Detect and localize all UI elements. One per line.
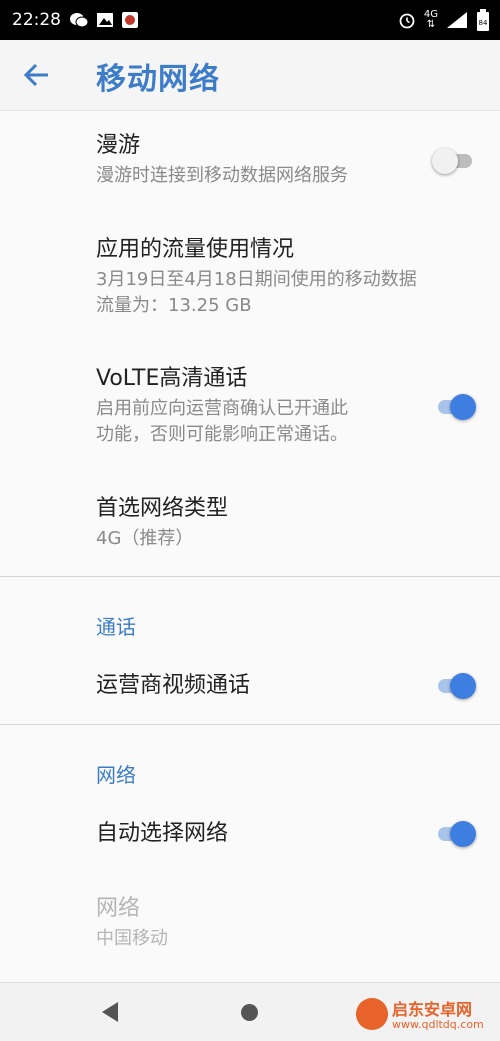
watermark-logo-icon <box>356 998 388 1030</box>
wechat-icon <box>70 13 89 28</box>
data-usage-title: 应用的流量使用情况 <box>96 237 295 262</box>
notification-icons <box>69 11 139 29</box>
svg-text:84: 84 <box>479 19 488 27</box>
battery-icon: 84 <box>477 9 489 31</box>
signal-icon <box>447 12 467 28</box>
section-header-network: 网络 <box>96 763 136 787</box>
arrow-back-icon <box>23 63 48 87</box>
section-divider <box>0 724 500 725</box>
nav-home-icon[interactable] <box>241 1004 258 1021</box>
back-button[interactable] <box>20 60 54 90</box>
section-header-calls: 通话 <box>96 615 136 639</box>
auto-select-network-toggle[interactable] <box>434 819 476 849</box>
section-divider <box>0 576 500 577</box>
network-operator-setting: 网络 中国移动 <box>96 894 500 952</box>
network-operator-title: 网络 <box>96 896 141 921</box>
network-operator-subtitle: 中国移动 <box>96 928 168 949</box>
video-call-toggle[interactable] <box>434 671 476 701</box>
app-icon <box>122 12 138 28</box>
status-time: 22:28 <box>12 10 61 30</box>
data-usage-subtitle-line2: 流量为：13.25 GB <box>96 295 252 316</box>
status-bar: 22:28 4G ⇅ 84 <box>0 0 500 40</box>
preferred-network-setting[interactable]: 首选网络类型 4G（推荐） <box>96 494 500 552</box>
volte-toggle[interactable] <box>434 392 476 422</box>
system-icons: 4G ⇅ 84 <box>398 0 490 40</box>
nav-back-icon[interactable] <box>100 1001 120 1023</box>
toggle-thumb <box>432 148 458 174</box>
watermark: 启东安卓网 www.qdltdq.com <box>356 996 496 1036</box>
app-bar: 移动网络 <box>0 40 500 111</box>
preferred-network-subtitle: 4G（推荐） <box>96 528 194 549</box>
toggle-thumb <box>450 821 476 847</box>
watermark-url: www.qdltdq.com <box>392 1018 484 1031</box>
watermark-title: 启东安卓网 <box>392 1000 473 1019</box>
gallery-icon <box>97 13 113 27</box>
toggle-thumb <box>450 394 476 420</box>
roaming-toggle[interactable] <box>432 146 474 176</box>
preferred-network-title: 首选网络类型 <box>96 496 229 521</box>
network-type-label: 4G ⇅ <box>423 9 438 30</box>
volte-title: VoLTE高清通话 <box>96 366 248 391</box>
page-title: 移动网络 <box>96 62 220 97</box>
toggle-thumb <box>450 673 476 699</box>
volte-subtitle-line2: 功能，否则可能影响正常通话。 <box>96 424 348 445</box>
data-usage-subtitle-line1: 3月19日至4月18日期间使用的移动数据 <box>96 269 417 290</box>
alarm-icon <box>399 13 415 29</box>
data-usage-setting[interactable]: 应用的流量使用情况 3月19日至4月18日期间使用的移动数据 流量为：13.25… <box>96 235 500 319</box>
